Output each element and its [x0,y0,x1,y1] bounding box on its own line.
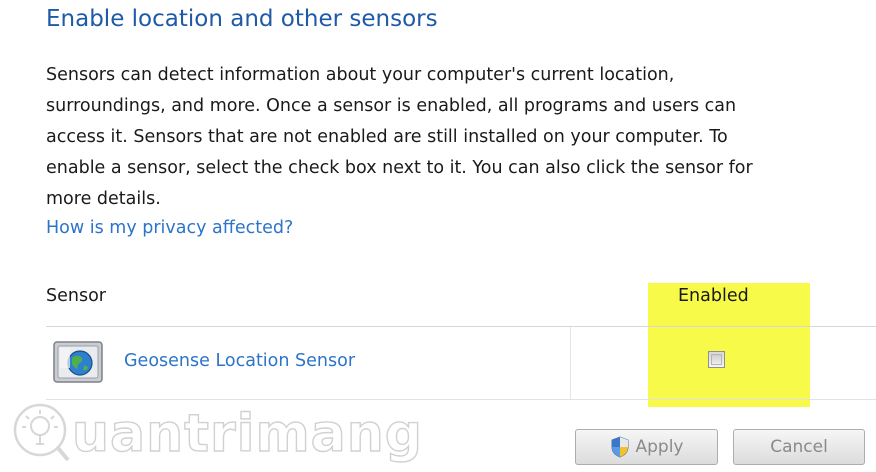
description-line: more details. [46,189,161,209]
sensor-name-link[interactable]: Geosense Location Sensor [124,351,355,371]
cancel-button[interactable]: Cancel [733,429,865,465]
lightbulb-icon [13,403,70,462]
description-line: surroundings, and more. Once a sensor is… [46,96,737,116]
sensor-settings-page: Enable location and other sensors Sensor… [0,0,876,472]
watermark-text: uantrimang [71,403,423,464]
column-divider [570,327,571,399]
description-line: enable a sensor, select the check box ne… [46,158,753,178]
table-row: Geosense Location Sensor [46,327,876,400]
privacy-link[interactable]: How is my privacy affected? [46,218,293,238]
page-title: Enable location and other sensors [46,6,438,32]
description-text: Sensors can detect information about you… [46,60,856,215]
apply-button[interactable]: Apply [575,429,718,465]
uac-shield-icon [611,436,628,458]
description-line: access it. Sensors that are not enabled … [46,127,728,147]
column-header-enabled: Enabled [678,286,749,306]
watermark-logo: uantrimang [10,400,423,470]
location-sensor-icon[interactable] [50,336,106,386]
description-line: Sensors can detect information about you… [46,65,675,85]
apply-button-label: Apply [635,437,684,457]
column-header-sensor: Sensor [46,286,106,306]
cancel-button-label: Cancel [770,437,828,457]
sensor-enabled-checkbox[interactable] [708,351,725,368]
